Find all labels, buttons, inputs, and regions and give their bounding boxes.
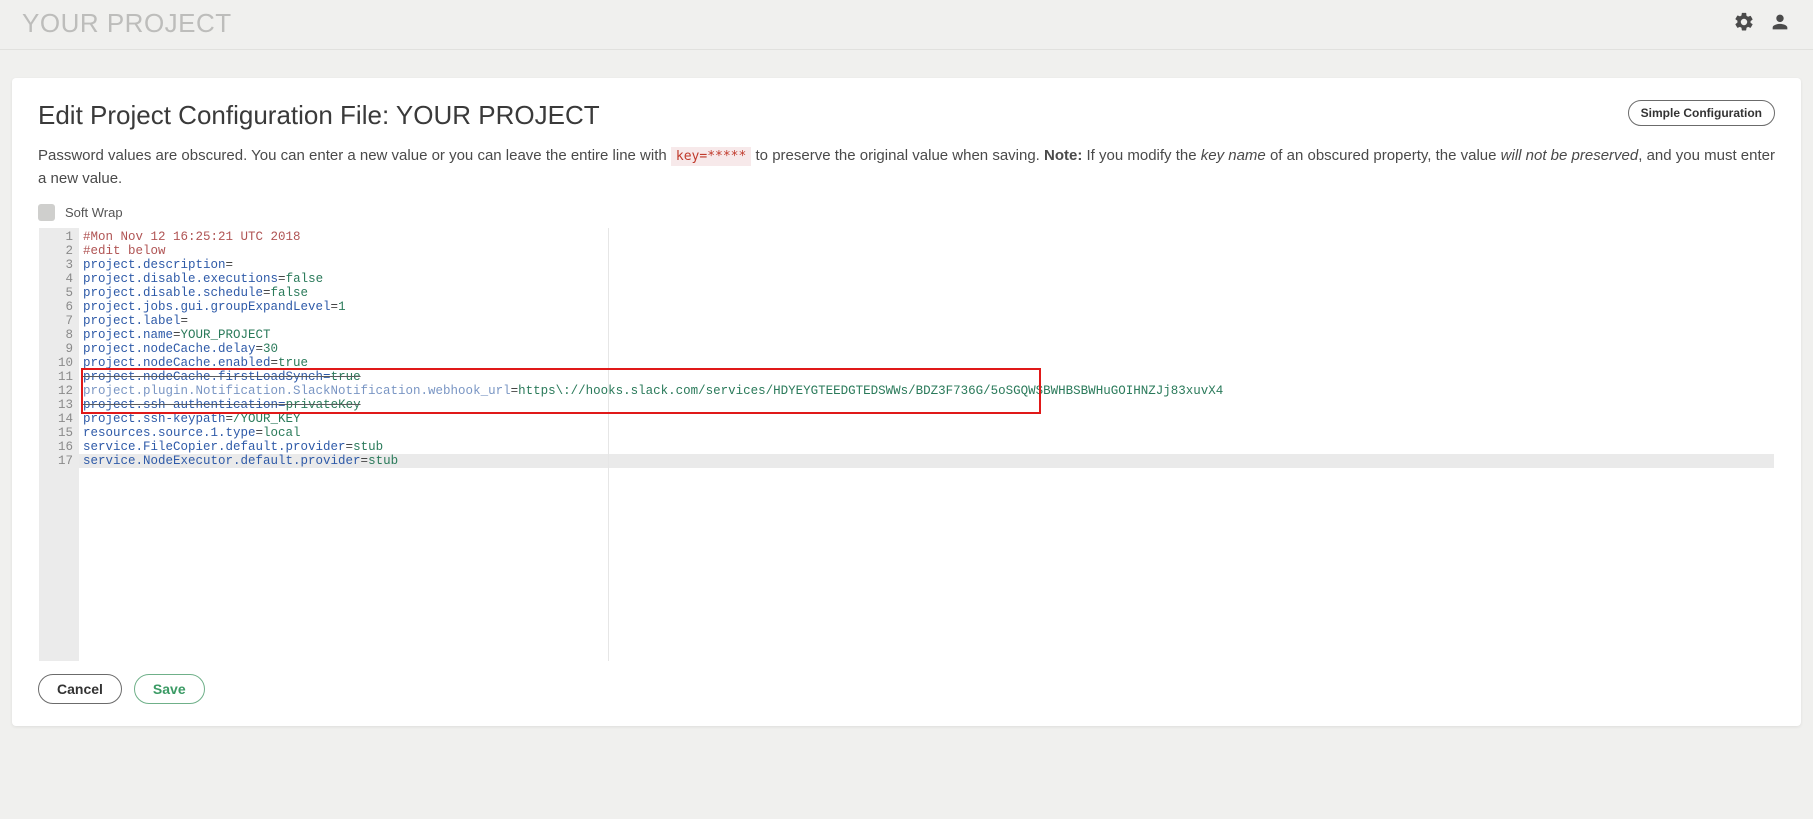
line-number: 6: [39, 300, 73, 314]
cancel-button[interactable]: Cancel: [38, 674, 122, 704]
simple-configuration-button[interactable]: Simple Configuration: [1628, 100, 1775, 126]
code-line[interactable]: project.jobs.gui.groupExpandLevel=1: [83, 300, 1774, 314]
line-number: 4: [39, 272, 73, 286]
code-line[interactable]: project.ssh-keypath=/YOUR_KEY: [83, 412, 1774, 426]
line-number: 9: [39, 342, 73, 356]
line-number: 3: [39, 258, 73, 272]
save-button[interactable]: Save: [134, 674, 205, 704]
soft-wrap-checkbox[interactable]: [38, 204, 55, 221]
code-line[interactable]: #Mon Nov 12 16:25:21 UTC 2018: [83, 230, 1774, 244]
code-line[interactable]: service.NodeExecutor.default.provider=st…: [83, 454, 1774, 468]
code-line[interactable]: project.nodeCache.firstLoadSynch=true: [83, 370, 1774, 384]
line-number: 1: [39, 230, 73, 244]
line-number: 14: [39, 412, 73, 426]
line-number: 10: [39, 356, 73, 370]
code-line[interactable]: service.FileCopier.default.provider=stub: [83, 440, 1774, 454]
code-line[interactable]: project.ssh-authentication=privateKey: [83, 398, 1774, 412]
code-line[interactable]: resources.source.1.type=local: [83, 426, 1774, 440]
line-number: 16: [39, 440, 73, 454]
header-actions: [1733, 11, 1791, 36]
line-number: 12: [39, 384, 73, 398]
code-line[interactable]: project.nodeCache.delay=30: [83, 342, 1774, 356]
line-number: 11: [39, 370, 73, 384]
line-number: 5: [39, 286, 73, 300]
line-number: 8: [39, 328, 73, 342]
config-card: Edit Project Configuration File: YOUR PR…: [12, 78, 1801, 726]
code-line[interactable]: project.name=YOUR_PROJECT: [83, 328, 1774, 342]
code-line[interactable]: project.description=: [83, 258, 1774, 272]
code-line[interactable]: project.nodeCache.enabled=true: [83, 356, 1774, 370]
soft-wrap-row: Soft Wrap: [38, 204, 1775, 221]
line-number: 15: [39, 426, 73, 440]
line-number: 13: [39, 398, 73, 412]
code-line[interactable]: project.disable.executions=false: [83, 272, 1774, 286]
help-text: Password values are obscured. You can en…: [38, 145, 1775, 190]
help-code: key=*****: [671, 147, 751, 166]
soft-wrap-label: Soft Wrap: [65, 205, 123, 220]
line-number: 17: [39, 454, 73, 468]
app-header: YOUR PROJECT: [0, 0, 1813, 50]
button-row: Cancel Save: [38, 674, 1775, 704]
line-number-gutter: 1234567891011121314151617: [39, 228, 79, 661]
page-title: Edit Project Configuration File: YOUR PR…: [38, 100, 600, 131]
code-line[interactable]: project.label=: [83, 314, 1774, 328]
code-line[interactable]: project.plugin.Notification.SlackNotific…: [83, 384, 1774, 398]
code-line[interactable]: #edit below: [83, 244, 1774, 258]
code-line[interactable]: project.disable.schedule=false: [83, 286, 1774, 300]
line-number: 7: [39, 314, 73, 328]
gear-icon[interactable]: [1733, 11, 1755, 36]
code-editor[interactable]: 1234567891011121314151617 #Mon Nov 12 16…: [38, 227, 1775, 662]
line-number: 2: [39, 244, 73, 258]
user-icon[interactable]: [1769, 11, 1791, 36]
project-name[interactable]: YOUR PROJECT: [22, 8, 232, 39]
code-area[interactable]: #Mon Nov 12 16:25:21 UTC 2018#edit below…: [79, 228, 1774, 661]
